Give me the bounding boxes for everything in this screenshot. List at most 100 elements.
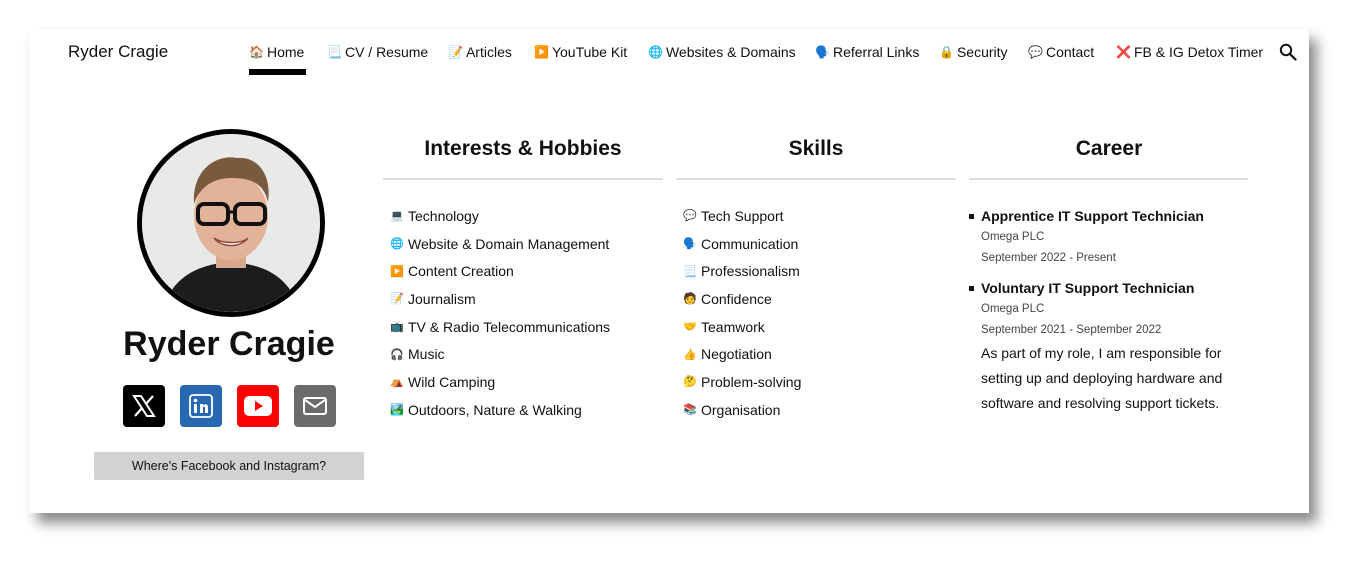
job-title: Voluntary IT Support Technician xyxy=(969,277,1241,299)
item-label: Problem-solving xyxy=(701,373,802,390)
career-list: Apprentice IT Support Technician Omega P… xyxy=(969,205,1241,416)
cross-mark-icon: ❌ xyxy=(1116,45,1131,59)
speech-bubble-icon: 💬 xyxy=(683,210,697,223)
speaking-head-icon: 🗣️ xyxy=(815,45,830,59)
item-label: Professionalism xyxy=(701,263,800,280)
interests-list: 💻 Technology 🌐 Website & Domain Management… xyxy=(390,202,660,424)
profile-photo xyxy=(142,134,320,312)
page-icon: 📃 xyxy=(683,265,697,278)
person-icon: 🧑 xyxy=(683,293,697,306)
item-label: Teamwork xyxy=(701,318,765,335)
item-label: Wild Camping xyxy=(408,373,496,390)
career-title: Career xyxy=(1075,137,1143,160)
youtube-link[interactable] xyxy=(237,385,279,427)
list-item: 🤝 Teamwork xyxy=(683,313,953,341)
headphones-icon: 🎧 xyxy=(390,348,404,361)
item-label: Organisation xyxy=(701,401,781,418)
list-item: 📺 TV & Radio Telecommunications xyxy=(390,313,660,341)
job-title: Apprentice IT Support Technician xyxy=(969,205,1241,227)
job-dates: September 2021 - September 2022 xyxy=(981,324,1162,336)
nav-label: FB & IG Detox Timer xyxy=(1133,44,1264,60)
linkedin-link[interactable] xyxy=(180,385,222,427)
job-company: Omega PLC xyxy=(981,303,1045,315)
list-item: 🏞️ Outdoors, Nature & Walking xyxy=(390,396,660,424)
item-label: Music xyxy=(408,346,445,363)
list-item: 🧑 Confidence xyxy=(683,285,953,313)
list-item: 🌐 Website & Domain Management xyxy=(390,230,660,258)
x-icon xyxy=(132,395,156,417)
nav-articles[interactable]: 📝 Articles xyxy=(448,44,512,60)
list-item: 📚 Organisation xyxy=(683,396,953,424)
item-label: Technology xyxy=(408,207,479,224)
interests-divider xyxy=(383,178,663,180)
email-icon xyxy=(303,397,327,415)
search-icon[interactable] xyxy=(1279,43,1297,61)
television-icon: 📺 xyxy=(390,321,404,334)
job-dates: September 2022 - Present xyxy=(981,252,1116,264)
skills-title: Skills xyxy=(788,137,844,160)
thinking-face-icon: 🤔 xyxy=(683,376,697,389)
speaking-head-icon: 🗣️ xyxy=(683,238,697,251)
books-icon: 📚 xyxy=(683,404,697,417)
item-label: Confidence xyxy=(701,290,772,307)
list-item: 🗣️ Communication xyxy=(683,230,953,258)
page-icon: 📃 xyxy=(327,45,342,59)
nav-referral-links[interactable]: 🗣️ Referral Links xyxy=(815,44,919,60)
item-label: TV & Radio Telecommunications xyxy=(408,318,611,335)
item-label: Website & Domain Management xyxy=(408,235,610,252)
handshake-icon: 🤝 xyxy=(683,321,697,334)
nav-home[interactable]: 🏠 Home xyxy=(249,44,304,60)
memo-icon: 📝 xyxy=(448,45,463,59)
laptop-icon: 💻 xyxy=(390,210,404,223)
x-link[interactable] xyxy=(123,385,165,427)
play-icon: ▶️ xyxy=(390,265,404,278)
top-navigation: Ryder Cragie 🏠 Home 📃 CV / Resume 📝 Arti… xyxy=(29,29,1309,77)
facebook-instagram-button[interactable]: Where's Facebook and Instagram? xyxy=(94,452,364,480)
memo-icon: 📝 xyxy=(390,293,404,306)
item-label: Journalism xyxy=(408,290,476,307)
nav-label: YouTube Kit xyxy=(551,44,628,60)
list-item: 🤔 Problem-solving xyxy=(683,368,953,396)
avatar xyxy=(137,129,325,317)
list-item: 👍 Negotiation xyxy=(683,340,953,368)
landscape-icon: 🏞️ xyxy=(390,404,404,417)
job-description: As part of my role, I am responsible for… xyxy=(981,345,1223,411)
speech-bubble-icon: 💬 xyxy=(1028,45,1043,59)
nav-security[interactable]: 🔒 Security xyxy=(939,44,1008,60)
tent-icon: ⛺ xyxy=(390,376,404,389)
profile-name: Ryder Cragie xyxy=(123,325,335,363)
nav-label: Security xyxy=(956,44,1008,60)
email-link[interactable] xyxy=(294,385,336,427)
nav-fb-ig-detox-timer[interactable]: ❌ FB & IG Detox Timer xyxy=(1116,44,1263,60)
list-item: 📃 Professionalism xyxy=(683,257,953,285)
youtube-icon xyxy=(244,396,272,416)
skills-divider xyxy=(676,178,956,180)
career-divider xyxy=(969,178,1248,180)
active-nav-indicator xyxy=(249,69,306,75)
thumbs-up-icon: 👍 xyxy=(683,348,697,361)
nav-cv-resume[interactable]: 📃 CV / Resume xyxy=(327,44,428,60)
nav-label: CV / Resume xyxy=(344,44,429,60)
item-label: Outdoors, Nature & Walking xyxy=(408,401,582,418)
nav-youtube-kit[interactable]: ▶️ YouTube Kit xyxy=(534,44,627,60)
list-item: 💬 Tech Support xyxy=(683,202,953,230)
list-item: 💻 Technology xyxy=(390,202,660,230)
nav-label: Websites & Domains xyxy=(665,44,796,60)
nav-websites-domains[interactable]: 🌐 Websites & Domains xyxy=(648,44,796,60)
nav-label: Contact xyxy=(1045,44,1095,60)
page-frame: Ryder Cragie 🏠 Home 📃 CV / Resume 📝 Arti… xyxy=(29,29,1309,513)
list-item: ⛺ Wild Camping xyxy=(390,368,660,396)
globe-icon: 🌐 xyxy=(648,45,663,59)
house-icon: 🏠 xyxy=(249,45,264,59)
job-company: Omega PLC xyxy=(981,231,1045,243)
interests-title: Interests & Hobbies xyxy=(424,137,622,160)
nav-contact[interactable]: 💬 Contact xyxy=(1028,44,1094,60)
nav-label: Referral Links xyxy=(832,44,920,60)
nav-label: Home xyxy=(266,44,305,60)
play-icon: ▶️ xyxy=(534,45,549,59)
item-label: Negotiation xyxy=(701,346,772,363)
globe-icon: 🌐 xyxy=(390,238,404,251)
item-label: Tech Support xyxy=(701,207,784,224)
linkedin-icon xyxy=(189,394,213,418)
site-brand[interactable]: Ryder Cragie xyxy=(68,42,168,62)
